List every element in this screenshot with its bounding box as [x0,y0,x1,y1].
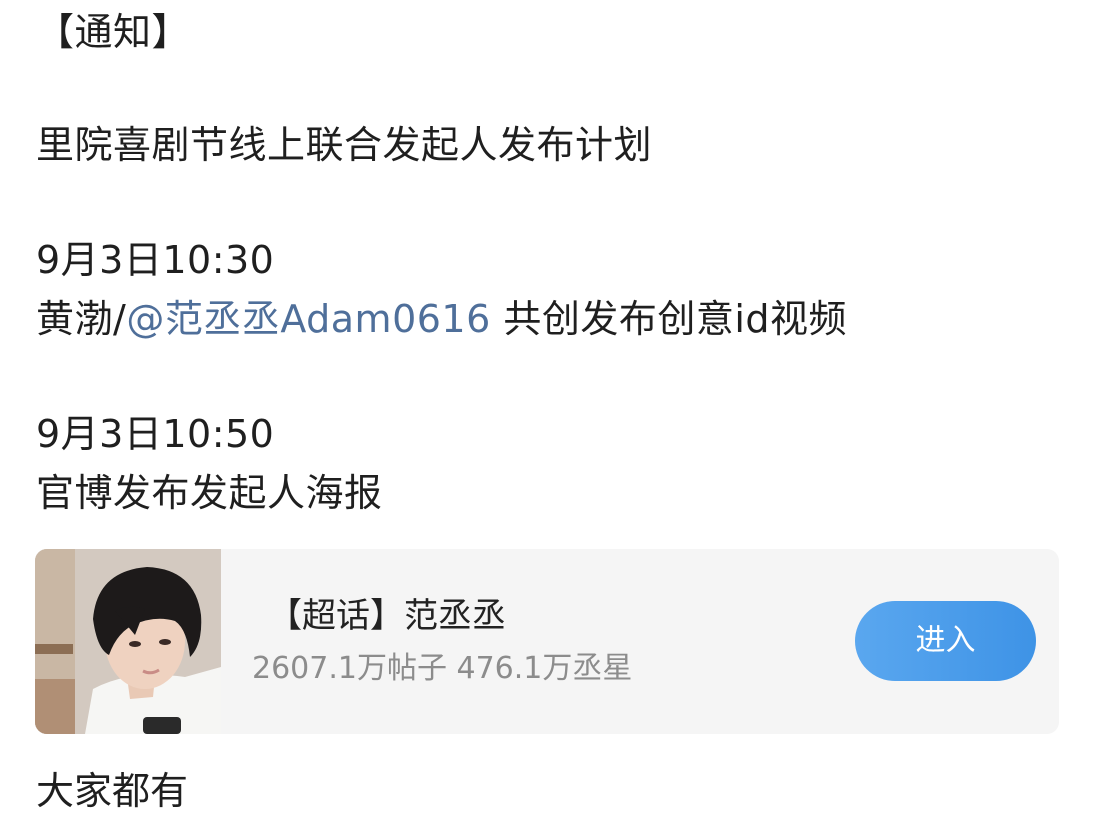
schedule-time-1: 9月3日10:30 [36,238,275,282]
supertopic-title: 【超话】范丞丞 [268,596,506,636]
supertopic-avatar-photo [35,549,221,734]
schedule-time-2: 9月3日10:50 [36,412,275,456]
schedule-item-1-suffix: 共创发布创意id视频 [490,297,848,341]
schedule-item-2: 官博发布发起人海报 [36,471,383,515]
schedule-item-1-prefix: 黄渤/ [36,297,127,341]
supertopic-card[interactable]: 【超话】范丞丞 2607.1万帖子 476.1万丞星 进入 [35,549,1059,734]
user-mention-link[interactable]: @范丞丞Adam0616 [126,297,490,341]
notice-heading: 【通知】 [36,10,191,54]
supertopic-stats: 2607.1万帖子 476.1万丞星 [252,651,633,686]
post-trailing-text: 大家都有 [36,769,189,813]
schedule-item-1: 黄渤/@范丞丞Adam0616 共创发布创意id视频 [36,296,847,342]
enter-button[interactable]: 进入 [855,601,1036,681]
post-title-line: 里院喜剧节线上联合发起人发布计划 [36,123,653,167]
supertopic-avatar [35,549,221,734]
